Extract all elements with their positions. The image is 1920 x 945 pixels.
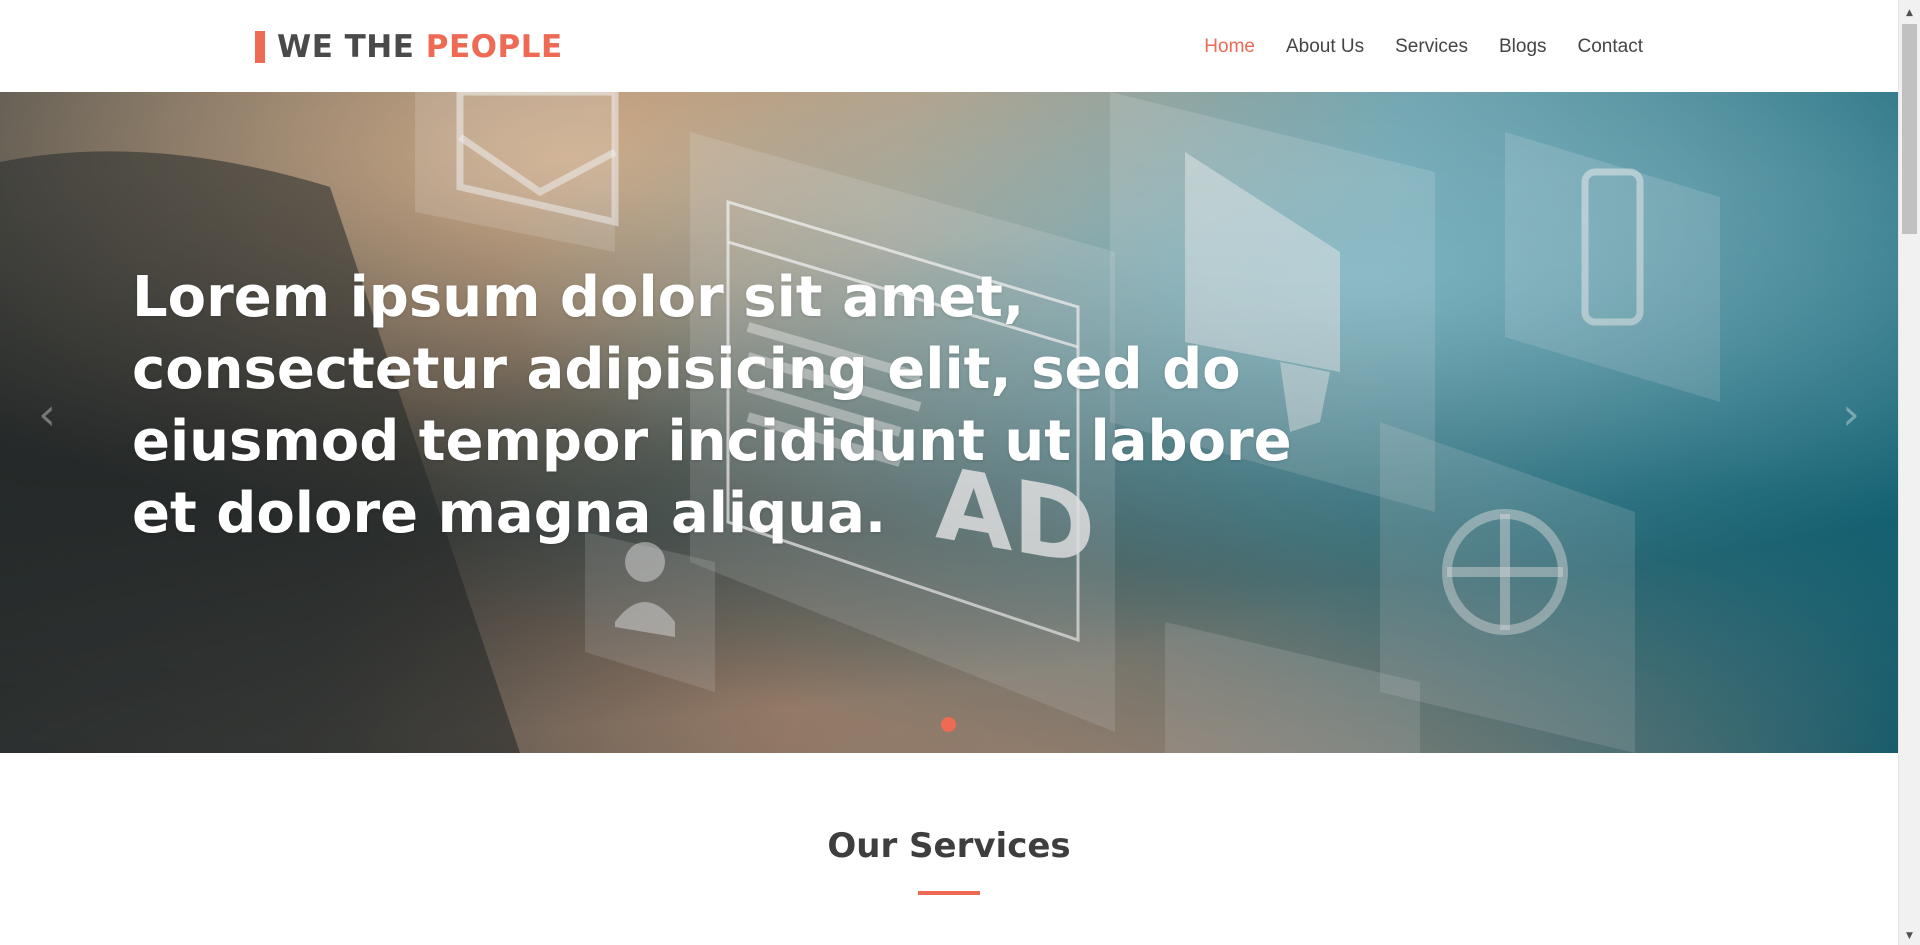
scroll-down-button[interactable]: ▼ [1899, 927, 1920, 945]
site-header: WE THE PEOPLE Home About Us Services Blo… [0, 4, 1898, 92]
page-scrollbar[interactable]: ▲ ▼ [1898, 0, 1920, 945]
carousel-next-button[interactable]: › [1836, 392, 1866, 438]
hero-headline: Lorem ipsum dolor sit amet, consectetur … [132, 265, 1292, 546]
hero-carousel: AD Lorem ipsum dolor sit amet [0, 92, 1898, 753]
page-viewport: WE THE PEOPLE Home About Us Services Blo… [0, 0, 1898, 945]
services-section-title: Our Services [827, 826, 1071, 866]
caret-down-icon: ▼ [1906, 931, 1913, 941]
nav-item-services[interactable]: Services [1395, 36, 1468, 58]
caret-up-icon: ▲ [1906, 8, 1913, 18]
scroll-up-button[interactable]: ▲ [1899, 4, 1920, 22]
logo-text-accent: PEOPLE [425, 29, 563, 65]
nav-item-home[interactable]: Home [1204, 36, 1255, 58]
nav-item-about-us[interactable]: About Us [1286, 36, 1364, 58]
site-logo[interactable]: WE THE PEOPLE [255, 29, 563, 65]
nav-item-blogs[interactable]: Blogs [1499, 36, 1547, 58]
carousel-prev-button[interactable]: ‹ [32, 392, 62, 438]
services-title-underline [918, 891, 980, 895]
chevron-left-icon: ‹ [38, 389, 56, 440]
logo-accent-bar [255, 31, 265, 63]
main-nav: Home About Us Services Blogs Contact [1173, 36, 1643, 58]
scrollbar-thumb[interactable] [1902, 24, 1917, 234]
nav-item-contact[interactable]: Contact [1578, 36, 1643, 58]
logo-text-main: WE THE [277, 29, 426, 65]
carousel-indicator-active[interactable] [941, 717, 956, 732]
chevron-right-icon: › [1842, 389, 1860, 440]
logo-text: WE THE PEOPLE [277, 29, 563, 65]
